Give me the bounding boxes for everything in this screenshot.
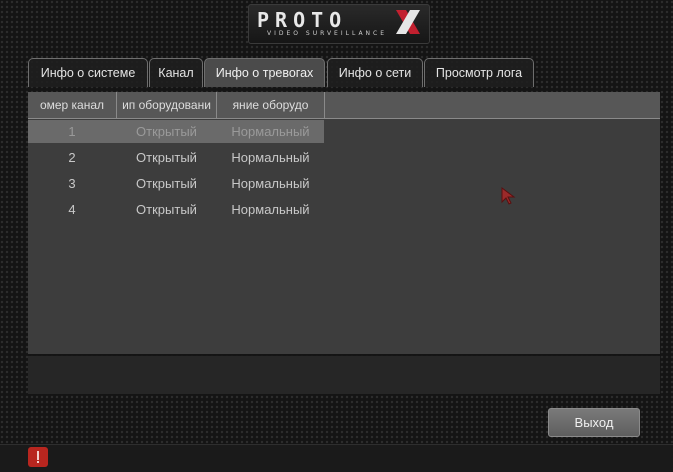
brand-logo: PROTO VIDEO SURVEILLANCE bbox=[248, 4, 430, 44]
cell-device-state: Нормальный bbox=[231, 202, 310, 217]
cell-device-state: Нормальный bbox=[231, 150, 310, 165]
tab-network-info[interactable]: Инфо о сети bbox=[327, 58, 423, 87]
tab-channel[interactable]: Канал bbox=[149, 58, 203, 87]
dvr-screen: PROTO VIDEO SURVEILLANCE Инфо о системе … bbox=[0, 0, 673, 472]
tab-log-view[interactable]: Просмотр лога bbox=[424, 58, 534, 87]
cell-channel-number: 1 bbox=[68, 124, 76, 139]
info-strip bbox=[28, 356, 660, 394]
status-bar bbox=[0, 444, 673, 472]
table-row[interactable]: 4 Открытый Нормальный bbox=[28, 198, 324, 221]
cell-channel-number: 4 bbox=[68, 202, 76, 217]
cell-device-type: Открытый bbox=[136, 202, 197, 217]
cell-device-type: Открытый bbox=[136, 176, 197, 191]
cell-device-type: Открытый bbox=[136, 150, 197, 165]
cell-channel-number: 3 bbox=[68, 176, 76, 191]
logo-x-icon bbox=[396, 10, 420, 34]
mouse-cursor-icon bbox=[501, 187, 516, 205]
logo-subtitle: VIDEO SURVEILLANCE bbox=[267, 30, 388, 37]
table-row[interactable]: 1 Открытый Нормальный bbox=[28, 120, 324, 143]
column-header-channel-number[interactable]: омер канал bbox=[28, 92, 117, 118]
alarm-icon[interactable] bbox=[28, 447, 48, 467]
table-row[interactable]: 3 Открытый Нормальный bbox=[28, 172, 324, 195]
table-row[interactable]: 2 Открытый Нормальный bbox=[28, 146, 324, 169]
table-header: омер канал ип оборудовани яние оборудо bbox=[28, 92, 660, 119]
tab-alarm-info[interactable]: Инфо о тревогах bbox=[204, 58, 325, 87]
cell-device-type: Открытый bbox=[136, 124, 197, 139]
logo-text: PROTO bbox=[257, 8, 348, 32]
cell-channel-number: 2 bbox=[68, 150, 76, 165]
column-header-device-type[interactable]: ип оборудовани bbox=[117, 92, 217, 118]
tab-system-info[interactable]: Инфо о системе bbox=[28, 58, 148, 87]
alarm-glyph-icon bbox=[37, 451, 39, 463]
cell-device-state: Нормальный bbox=[231, 176, 310, 191]
cell-device-state: Нормальный bbox=[231, 124, 310, 139]
column-header-device-state[interactable]: яние оборудо bbox=[217, 92, 325, 118]
exit-button[interactable]: Выход bbox=[548, 408, 640, 437]
